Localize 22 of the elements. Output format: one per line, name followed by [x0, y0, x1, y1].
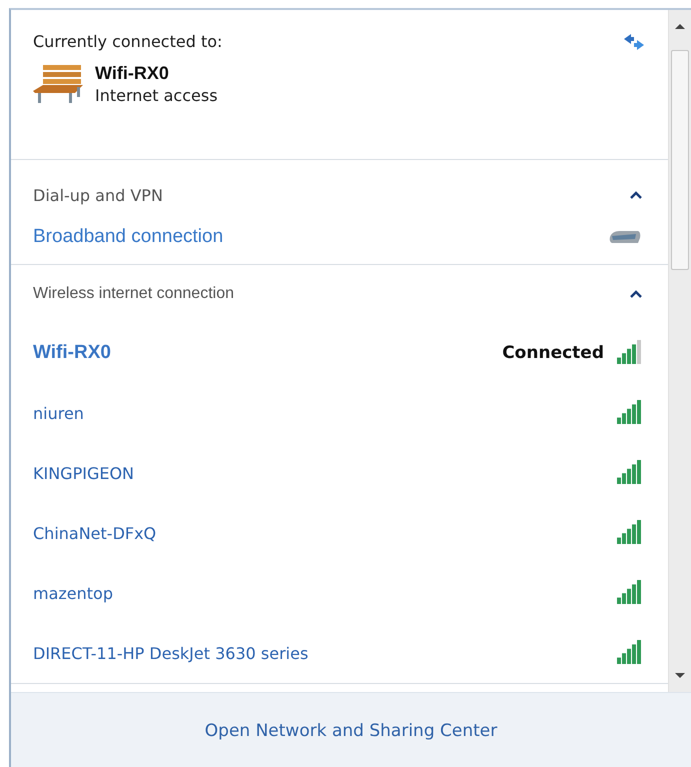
caret-icon[interactable]	[630, 290, 642, 298]
network-name[interactable]: DIRECT-11-HP DeskJet 3630 series	[33, 644, 308, 662]
current-network-status: Internet access	[95, 86, 218, 105]
section-heading: Wireless internet connection	[33, 285, 234, 303]
scroll-down-icon[interactable]	[675, 673, 685, 678]
connected-heading: Currently connected to:	[33, 32, 222, 51]
network-name[interactable]: KINGPIGEON	[33, 464, 134, 482]
connection-status: Connected	[502, 343, 604, 363]
current-network-name: Wifi-RX0	[95, 63, 170, 84]
network-name[interactable]: ChinaNet-DFxQ	[33, 524, 156, 542]
scrollbar[interactable]	[668, 10, 691, 692]
scroll-thumb[interactable]	[671, 50, 689, 270]
caret-icon[interactable]	[630, 191, 642, 199]
network-name[interactable]: Broadband connection	[33, 226, 224, 248]
section-heading: Dial-up and VPN	[33, 186, 163, 204]
network-name[interactable]: Wifi-RX0	[33, 342, 111, 364]
network-name[interactable]: mazentop	[33, 584, 113, 602]
scroll-up-icon[interactable]	[675, 24, 685, 29]
refresh-icon[interactable]	[622, 32, 646, 50]
modem-icon	[608, 228, 642, 246]
network-name[interactable]: niuren	[33, 404, 84, 422]
network-center-link[interactable]: Open Network and Sharing Center	[204, 721, 498, 741]
